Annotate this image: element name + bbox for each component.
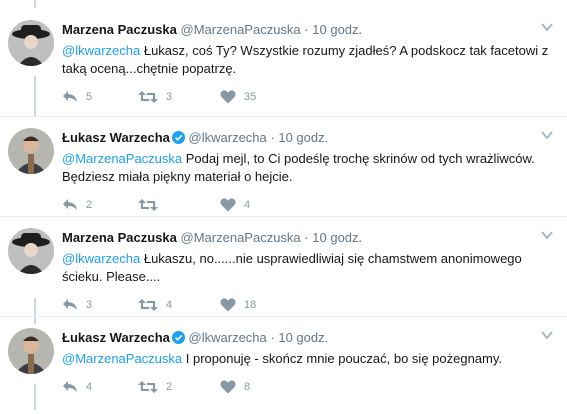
reply-count: 5	[86, 91, 93, 103]
like-count: 18	[244, 299, 257, 311]
caret-down-icon[interactable]	[541, 230, 553, 240]
reply-button[interactable]: 4	[62, 380, 92, 394]
like-button[interactable]: 35	[220, 90, 256, 104]
like-count: 35	[244, 91, 257, 103]
like-button[interactable]: 4	[220, 198, 250, 212]
avatar[interactable]	[8, 20, 54, 66]
retweet-button[interactable]: 4	[138, 298, 172, 312]
tweet[interactable]: Łukasz Warzecha @lkwarzecha · 10 godz. @…	[0, 318, 567, 414]
caret-down-icon[interactable]	[541, 330, 553, 340]
tweet[interactable]: Marzena Paczuska @MarzenaPaczuska · 10 g…	[0, 218, 567, 314]
reply-icon	[63, 91, 77, 102]
retweet-button[interactable]	[138, 198, 166, 212]
separator-dot: ·	[304, 230, 309, 245]
tweet[interactable]: Marzena Paczuska @MarzenaPaczuska · 10 g…	[0, 10, 567, 106]
tweet-header: Marzena Paczuska @MarzenaPaczuska · 10 g…	[62, 230, 362, 245]
tweet-divider	[0, 316, 567, 317]
reply-count: 2	[86, 199, 93, 211]
username[interactable]: @lkwarzecha	[189, 330, 267, 345]
timestamp[interactable]: 10 godz.	[278, 330, 328, 345]
mention-link[interactable]: @lkwarzecha	[62, 251, 140, 266]
retweet-button[interactable]: 2	[138, 380, 172, 394]
reply-count: 4	[86, 381, 93, 393]
timestamp[interactable]: 10 godz.	[278, 130, 328, 145]
display-name[interactable]: Marzena Paczuska	[62, 22, 177, 37]
like-button[interactable]: 18	[220, 298, 256, 312]
retweet-icon	[138, 381, 158, 393]
caret-down-icon[interactable]	[541, 22, 553, 32]
retweet-count: 3	[166, 91, 173, 103]
separator-dot: ·	[270, 130, 275, 145]
like-button[interactable]: 8	[220, 380, 250, 394]
retweet-icon	[138, 299, 158, 311]
retweet-icon	[138, 91, 158, 103]
separator-dot: ·	[270, 330, 275, 345]
avatar[interactable]	[8, 128, 54, 174]
verified-badge-icon	[171, 131, 185, 144]
reply-button[interactable]: 5	[62, 90, 92, 104]
timestamp[interactable]: 10 godz.	[312, 22, 362, 37]
retweet-icon	[138, 199, 158, 211]
reply-icon	[63, 299, 77, 310]
display-name[interactable]: Łukasz Warzecha	[62, 130, 170, 145]
mention-link[interactable]: @MarzenaPaczuska	[62, 151, 182, 166]
tweet-header: Łukasz Warzecha @lkwarzecha · 10 godz.	[62, 130, 328, 145]
avatar[interactable]	[8, 228, 54, 274]
heart-icon	[220, 90, 236, 104]
reply-count: 3	[86, 299, 93, 311]
reply-icon	[63, 381, 77, 392]
heart-icon	[220, 298, 236, 312]
reply-icon	[63, 199, 77, 210]
username[interactable]: @MarzenaPaczuska	[181, 22, 301, 37]
tweet-body: I proponuję - skończ mnie pouczać, bo si…	[182, 351, 503, 366]
heart-icon	[220, 380, 236, 394]
avatar[interactable]	[8, 328, 54, 374]
retweet-button[interactable]: 3	[138, 90, 172, 104]
display-name[interactable]: Łukasz Warzecha	[62, 330, 170, 345]
tweet-text: @lkwarzecha Łukasz, coś Ty? Wszystkie ro…	[62, 42, 552, 78]
verified-badge-icon	[171, 331, 185, 344]
tweet[interactable]: Łukasz Warzecha @lkwarzecha · 10 godz. @…	[0, 118, 567, 214]
username[interactable]: @MarzenaPaczuska	[181, 230, 301, 245]
retweet-count: 4	[166, 299, 173, 311]
separator-dot: ·	[304, 22, 309, 37]
tweet-divider	[0, 216, 567, 217]
like-count: 8	[244, 381, 251, 393]
tweet-text: @MarzenaPaczuska I proponuję - skończ mn…	[62, 350, 552, 368]
display-name[interactable]: Marzena Paczuska	[62, 230, 177, 245]
username[interactable]: @lkwarzecha	[189, 130, 267, 145]
mention-link[interactable]: @lkwarzecha	[62, 43, 140, 58]
reply-button[interactable]: 3	[62, 298, 92, 312]
thread-line	[34, 0, 36, 8]
timestamp[interactable]: 10 godz.	[312, 230, 362, 245]
tweet-header: Marzena Paczuska @MarzenaPaczuska · 10 g…	[62, 22, 362, 37]
tweet-text: @MarzenaPaczuska Podaj mejl, to Ci podeś…	[62, 150, 552, 186]
heart-icon	[220, 198, 236, 212]
tweet-header: Łukasz Warzecha @lkwarzecha · 10 godz.	[62, 330, 328, 345]
retweet-count: 2	[166, 381, 173, 393]
caret-down-icon[interactable]	[541, 130, 553, 140]
tweet-divider	[0, 116, 567, 117]
reply-button[interactable]: 2	[62, 198, 92, 212]
tweet-text: @lkwarzecha Łukaszu, no......nie usprawi…	[62, 250, 552, 286]
mention-link[interactable]: @MarzenaPaczuska	[62, 351, 182, 366]
like-count: 4	[244, 199, 251, 211]
